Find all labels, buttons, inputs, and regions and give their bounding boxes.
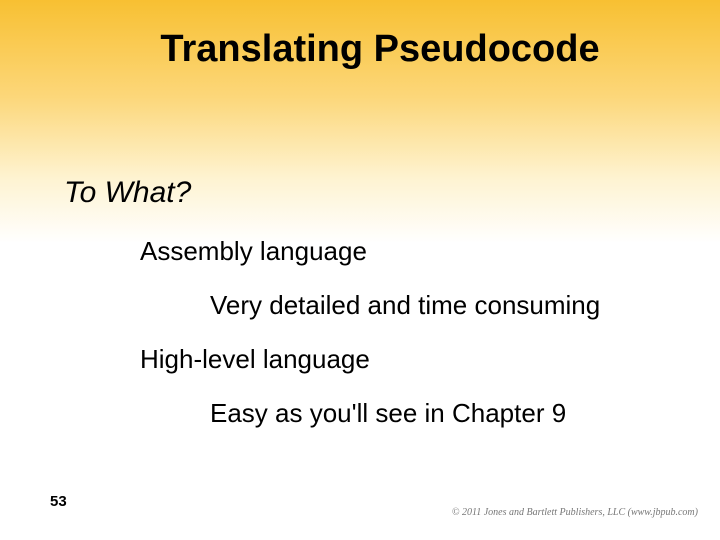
body-line-1: Assembly language [140,236,367,267]
slide-subtitle: To What? [64,176,191,210]
body-line-2: Very detailed and time consuming [210,290,600,321]
slide-title: Translating Pseudocode [0,28,720,71]
body-line-3: High-level language [140,344,370,375]
copyright-text: © 2011 Jones and Bartlett Publishers, LL… [452,507,698,518]
body-line-4: Easy as you'll see in Chapter 9 [210,398,566,429]
page-number: 53 [50,493,67,510]
